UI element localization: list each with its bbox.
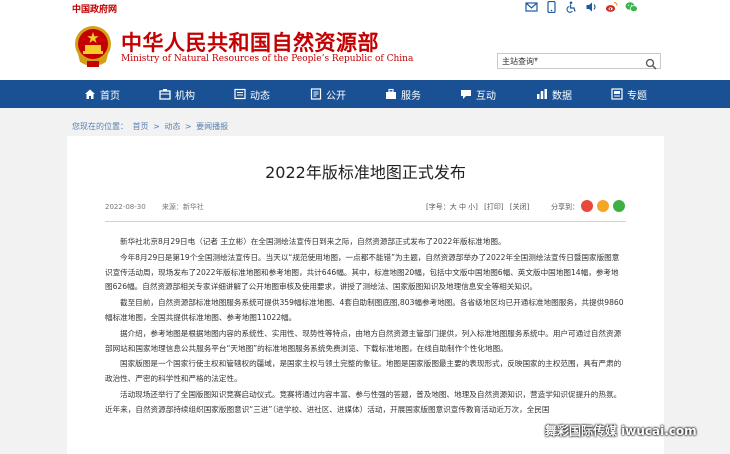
audio-icon[interactable] xyxy=(585,1,598,13)
breadcrumb-item-news[interactable]: 动态 xyxy=(164,122,180,131)
national-emblem-logo[interactable] xyxy=(72,24,114,68)
article-title: 2022年版标准地图正式发布 xyxy=(265,163,466,182)
nav-item-interaction[interactable]: 互动 xyxy=(460,80,496,108)
share-label: 分享到： xyxy=(551,203,579,211)
breadcrumb-item-home[interactable]: 首页 xyxy=(133,122,149,131)
weibo-icon[interactable] xyxy=(605,1,618,13)
home-icon xyxy=(84,88,96,100)
article-date: 2022-08-30 xyxy=(105,203,146,211)
close-button[interactable]: [关闭] xyxy=(510,203,529,211)
font-size-control[interactable]: [字号：大 中 小] xyxy=(426,203,478,211)
site-title: 中华人民共和国自然资源部 xyxy=(121,30,379,55)
article-paragraph: 截至目前，自然资源部标准地图服务系统可提供359幅标准地图、4套自助制图底图,8… xyxy=(105,298,624,322)
phone-icon[interactable] xyxy=(545,0,558,14)
nav-item-service[interactable]: 服务 xyxy=(385,80,421,108)
wechat-icon[interactable] xyxy=(625,1,638,13)
breadcrumb-item-headlines[interactable]: 要闻播报 xyxy=(196,122,228,131)
service-icon xyxy=(385,88,397,100)
nav-item-publish[interactable]: 公开 xyxy=(310,80,346,108)
interaction-icon xyxy=(460,88,472,100)
article-meta: 2022-08-30 来源：新华社 xyxy=(105,202,204,212)
top-icon-group xyxy=(525,0,638,14)
article-paragraph: 今年8月29日是第19个全国测绘法宣传日。当天以“规范使用地图，一点都不能错”为… xyxy=(105,252,620,292)
weibo-share-icon[interactable] xyxy=(581,200,593,212)
nav-item-institution[interactable]: 机构 xyxy=(159,80,195,108)
news-icon xyxy=(234,88,246,100)
search-box[interactable]: 主站查询 ▾ xyxy=(497,53,661,70)
gov-cn-link[interactable]: 中国政府网 xyxy=(72,2,117,15)
nav-label: 专题 xyxy=(627,90,647,102)
top-bar: 中国政府网 xyxy=(0,0,730,16)
site-subtitle: Ministry of Natural Resources of the Peo… xyxy=(121,54,414,64)
main-nav: 首页 机构 动态 公开 服务 互动 数据 专题 xyxy=(0,80,730,108)
site-header: 中华人民共和国自然资源部 Ministry of Natural Resourc… xyxy=(0,16,730,80)
nav-label: 公开 xyxy=(326,90,346,102)
nav-item-topic[interactable]: 专题 xyxy=(611,80,647,108)
meta-divider xyxy=(105,221,626,222)
article-paragraph: 国家版图是一个国家行使主权和管辖权的疆域，是国家主权与领土完整的象征。地图是国家… xyxy=(105,359,622,384)
breadcrumb-prefix: 您现在的位置： xyxy=(72,122,128,131)
breadcrumb-separator: > xyxy=(153,122,160,131)
watermark: 舞彩国际传媒 iwucai.com xyxy=(545,424,697,438)
nav-item-news[interactable]: 动态 xyxy=(234,80,270,108)
chevron-down-icon: ▾ xyxy=(534,55,539,64)
article-panel: 2022年版标准地图正式发布 2022-08-30 来源：新华社 [字号：大 中… xyxy=(67,136,664,454)
article-paragraph: 据介绍，参考地图是根据地图内容的系统性、实用性、现势性等特点，由地方自然资源主管… xyxy=(105,328,622,353)
article-paragraph: 活动现场还举行了全国版图知识竞赛启动仪式。竞赛将通过内容丰富、参与性强的答题，普… xyxy=(105,389,622,414)
nav-label: 机构 xyxy=(175,90,195,102)
nav-label: 互动 xyxy=(476,90,496,102)
accessibility-icon[interactable] xyxy=(565,1,578,13)
breadcrumb: 您现在的位置： 首页 > 动态 > 要闻播报 xyxy=(72,121,230,132)
topic-icon xyxy=(611,88,623,100)
nav-label: 服务 xyxy=(401,90,421,102)
qzone-share-icon[interactable] xyxy=(597,200,609,212)
article-source: 来源：新华社 xyxy=(161,203,204,211)
nav-label: 动态 xyxy=(250,90,270,102)
wechat-share-icon[interactable] xyxy=(613,200,625,212)
data-icon xyxy=(536,88,548,100)
article-body: 新华社北京8月29日电（记者 王立彬）在全国测绘法宣传日到来之际，自然资源部正式… xyxy=(105,235,626,419)
print-button[interactable]: [打印] xyxy=(484,203,503,211)
mail-icon[interactable] xyxy=(525,1,538,13)
nav-item-data[interactable]: 数据 xyxy=(536,80,572,108)
article-tools: [字号：大 中 小] [打印] [关闭] xyxy=(426,202,533,212)
search-icon[interactable] xyxy=(645,55,657,70)
nav-item-home[interactable]: 首页 xyxy=(84,80,120,108)
share-icons xyxy=(581,200,625,212)
article-paragraph: 新华社北京8月29日电（记者 王立彬）在全国测绘法宣传日到来之际，自然资源部正式… xyxy=(120,237,506,246)
institution-icon xyxy=(159,88,171,100)
search-scope-select[interactable]: 主站查询 xyxy=(502,56,534,67)
nav-label: 数据 xyxy=(552,90,572,102)
breadcrumb-separator: > xyxy=(184,122,192,131)
nav-label: 首页 xyxy=(100,90,120,102)
publish-icon xyxy=(310,88,322,100)
